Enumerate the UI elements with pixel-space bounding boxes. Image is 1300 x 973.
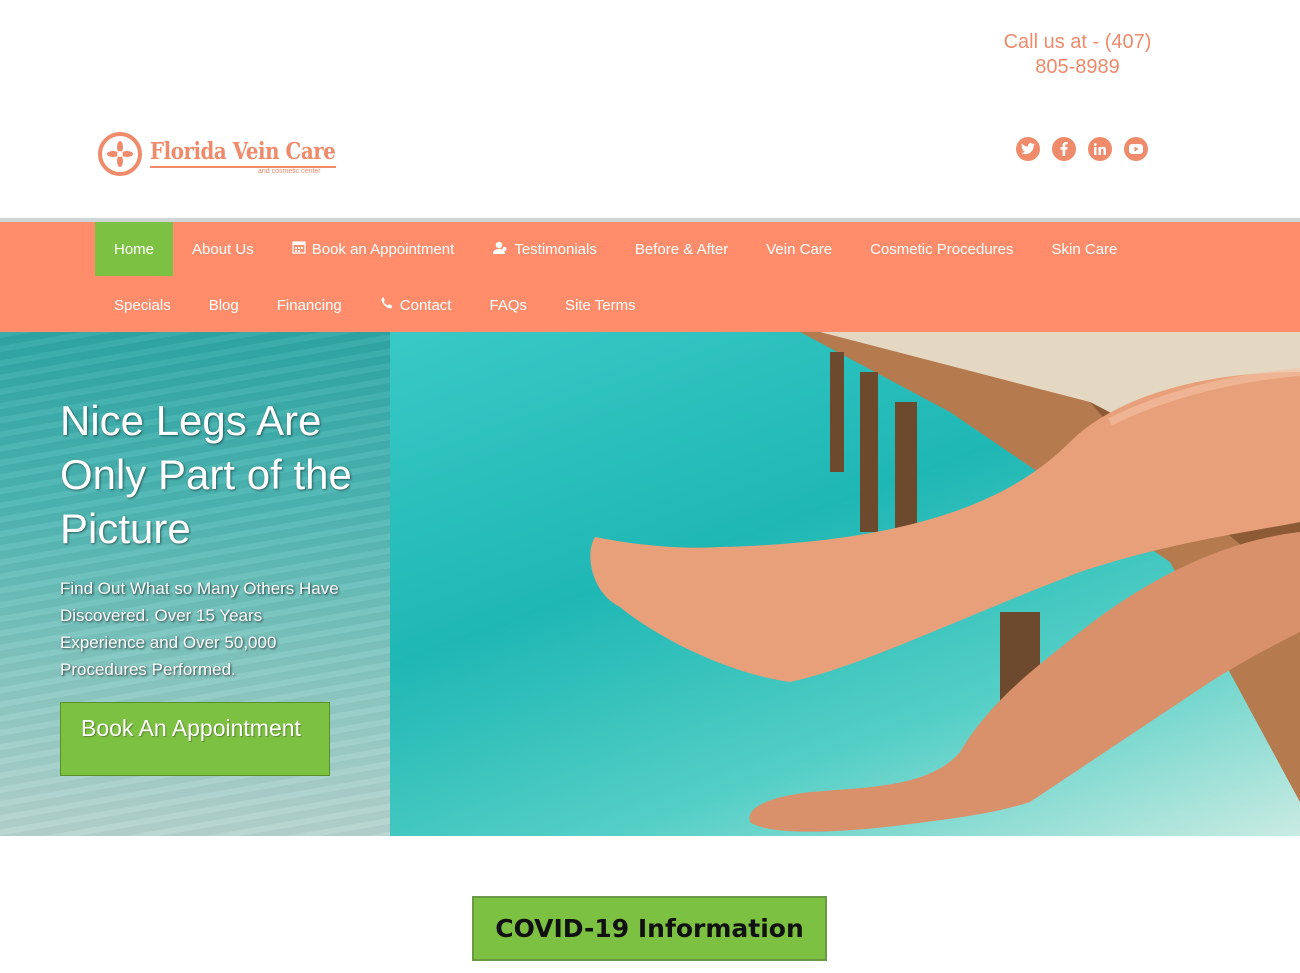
logo-name: Florida Vein Care: [150, 138, 336, 165]
hero-banner: Nice Legs Are Only Part of the Picture F…: [0, 332, 1300, 836]
covid-info-button[interactable]: COVID-19 Information: [472, 896, 827, 961]
site-header: Call us at - (407) 805-8989 Florida Vein…: [0, 0, 1300, 218]
main-nav: Home About Us Book an Appointment Testim…: [0, 218, 1300, 332]
social-links: [1016, 137, 1148, 161]
nav-item-site-terms[interactable]: Site Terms: [546, 278, 655, 332]
nav-item-financing[interactable]: Financing: [258, 278, 361, 332]
nav-item-book-appointment[interactable]: Book an Appointment: [273, 222, 474, 276]
nav-item-specials[interactable]: Specials: [95, 278, 190, 332]
book-appointment-button[interactable]: Book An Appointment: [60, 702, 330, 776]
nav-label: Before & After: [634, 240, 729, 258]
nav-label: FAQs: [489, 296, 527, 314]
user-icon: [492, 240, 508, 258]
nav-item-cosmetic-procedures[interactable]: Cosmetic Procedures: [851, 222, 1032, 276]
calendar-icon: [292, 240, 306, 258]
nav-row-1: Home About Us Book an Appointment Testim…: [95, 222, 1136, 276]
site-logo[interactable]: Florida Vein Care and cosmetic center: [98, 132, 343, 186]
twitter-icon[interactable]: [1016, 137, 1040, 161]
nav-item-home[interactable]: Home: [95, 222, 174, 276]
nav-item-before-after[interactable]: Before & After: [616, 222, 747, 276]
nav-item-about-us[interactable]: About Us: [173, 222, 273, 276]
youtube-icon[interactable]: [1124, 137, 1148, 161]
logo-flower-icon: [98, 132, 142, 176]
phone-number[interactable]: Call us at - (407) 805-8989: [985, 30, 1170, 80]
logo-tagline: and cosmetic center: [258, 168, 321, 175]
nav-label: Vein Care: [766, 240, 833, 258]
nav-label: Site Terms: [565, 296, 636, 314]
nav-label: Skin Care: [1051, 240, 1118, 258]
nav-label: Home: [114, 240, 155, 258]
nav-item-faqs[interactable]: FAQs: [470, 278, 546, 332]
nav-row-2: Specials Blog Financing Contact FAQs Sit…: [95, 278, 655, 332]
nav-item-contact[interactable]: Contact: [361, 278, 471, 332]
nav-label: Book an Appointment: [311, 240, 455, 258]
nav-label: Specials: [114, 296, 171, 314]
nav-item-vein-care[interactable]: Vein Care: [747, 222, 851, 276]
nav-item-skin-care[interactable]: Skin Care: [1033, 222, 1137, 276]
nav-item-blog[interactable]: Blog: [190, 278, 258, 332]
nav-item-testimonials[interactable]: Testimonials: [473, 222, 616, 276]
hero-headline: Nice Legs Are Only Part of the Picture: [60, 397, 352, 552]
nav-label: Financing: [276, 296, 342, 314]
phone-icon: [380, 296, 394, 314]
hero-image: [390, 332, 1300, 836]
nav-label: About Us: [192, 240, 254, 258]
hero-subtext: Find Out What so Many Others Have Discov…: [60, 579, 339, 679]
nav-label: Testimonials: [514, 240, 597, 258]
facebook-icon[interactable]: [1052, 137, 1076, 161]
nav-label: Contact: [399, 296, 452, 314]
linkedin-icon[interactable]: [1088, 137, 1112, 161]
nav-label: Cosmetic Procedures: [870, 240, 1014, 258]
nav-label: Blog: [208, 296, 239, 314]
